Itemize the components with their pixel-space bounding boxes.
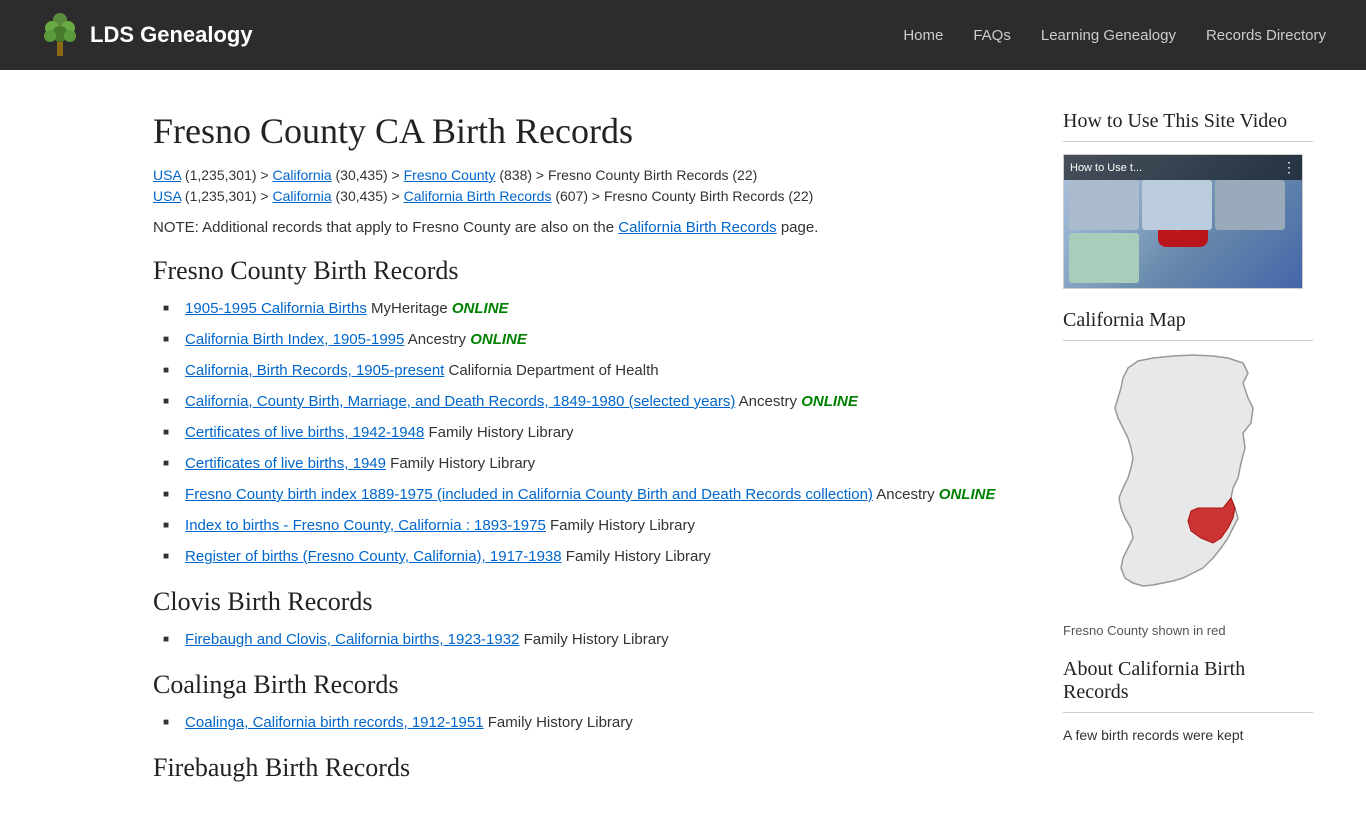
ca-map-svg [1063,353,1303,613]
sidebar-divider-2 [1063,340,1313,341]
list-item: Certificates of live births, 1942-1948 F… [163,422,1023,443]
list-item: California Birth Index, 1905-1995 Ancest… [163,329,1023,350]
section-heading-firebaugh: Firebaugh Birth Records [153,753,1023,783]
video-inner: How to Use t... ⋮ [1064,155,1302,288]
map-caption: Fresno County shown in red [1063,623,1313,638]
nav-learning[interactable]: Learning Genealogy [1041,27,1176,44]
list-item: 1905-1995 California Births MyHeritage O… [163,298,1023,319]
about-text: A few birth records were kept [1063,725,1313,746]
california-map [1063,353,1303,618]
list-item: Fresno County birth index 1889-1975 (inc… [163,484,1023,505]
breadcrumb-ca-birth-records[interactable]: California Birth Records [404,188,552,204]
record-link-certs-1949[interactable]: Certificates of live births, 1949 [185,455,386,472]
online-badge: ONLINE [452,300,509,317]
video-bg [1064,175,1302,288]
section-heading-clovis: Clovis Birth Records [153,587,1023,617]
list-item: Register of births (Fresno County, Calif… [163,546,1023,567]
coalinga-records-list: Coalinga, California birth records, 1912… [153,712,1023,733]
breadcrumb-usa-2[interactable]: USA [153,188,181,204]
record-link-ca-birth-index[interactable]: California Birth Index, 1905-1995 [185,331,404,348]
record-link-ca-county-birth-marriage[interactable]: California, County Birth, Marriage, and … [185,393,735,410]
breadcrumb-usa-1[interactable]: USA [153,167,181,183]
section-heading-coalinga: Coalinga Birth Records [153,670,1023,700]
photo-3 [1215,180,1285,230]
record-link-firebaugh-clovis[interactable]: Firebaugh and Clovis, California births,… [185,631,519,648]
map-section-title: California Map [1063,309,1313,332]
fresno-records-list: 1905-1995 California Births MyHeritage O… [153,298,1023,567]
clovis-records-list: Firebaugh and Clovis, California births,… [153,629,1023,650]
note-text: NOTE: Additional records that apply to F… [153,219,1023,236]
nav-faqs[interactable]: FAQs [973,27,1011,44]
site-header: LDS Genealogy Home FAQs Learning Genealo… [0,0,1366,70]
video-thumbnail[interactable]: How to Use t... ⋮ [1063,154,1303,289]
list-item: Certificates of live births, 1949 Family… [163,453,1023,474]
record-link-certs-1942-1948[interactable]: Certificates of live births, 1942-1948 [185,424,424,441]
list-item: Index to births - Fresno County, Califor… [163,515,1023,536]
photo-4 [1069,233,1139,283]
breadcrumb-1: USA (1,235,301) > California (30,435) > … [153,167,1023,183]
video-section-title: How to Use This Site Video [1063,110,1313,133]
breadcrumb-california-2[interactable]: California [272,188,331,204]
list-item: Coalinga, California birth records, 1912… [163,712,1023,733]
list-item: California, Birth Records, 1905-present … [163,360,1023,381]
record-link-coalinga-births[interactable]: Coalinga, California birth records, 1912… [185,714,484,731]
breadcrumb-fresno-county-1[interactable]: Fresno County [404,167,496,183]
about-section-title: About California Birth Records [1063,658,1313,704]
photo-2 [1142,180,1212,230]
video-title-text: How to Use t... [1070,162,1142,174]
main-nav: Home FAQs Learning Genealogy Records Dir… [903,27,1326,44]
record-link-fresno-birth-index[interactable]: Fresno County birth index 1889-1975 (inc… [185,486,873,503]
record-link-index-births-fresno[interactable]: Index to births - Fresno County, Califor… [185,517,546,534]
online-badge: ONLINE [470,331,527,348]
nav-home[interactable]: Home [903,27,943,44]
list-item: California, County Birth, Marriage, and … [163,391,1023,412]
section-heading-fresno: Fresno County Birth Records [153,256,1023,286]
record-link-register-births[interactable]: Register of births (Fresno County, Calif… [185,548,562,565]
logo-area[interactable]: LDS Genealogy [40,12,253,58]
main-content: Fresno County CA Birth Records USA (1,23… [153,90,1023,795]
sidebar: How to Use This Site Video How to Use t.… [1063,90,1313,795]
sidebar-divider-1 [1063,141,1313,142]
record-link-1905-1995-births[interactable]: 1905-1995 California Births [185,300,367,317]
logo-text: LDS Genealogy [90,22,253,48]
record-link-ca-birth-records-1905[interactable]: California, Birth Records, 1905-present [185,362,444,379]
online-badge: ONLINE [939,486,996,503]
content-wrapper: Fresno County CA Birth Records USA (1,23… [33,70,1333,815]
breadcrumb-california-1[interactable]: California [272,167,331,183]
nav-records[interactable]: Records Directory [1206,27,1326,44]
tree-logo-icon [40,12,80,58]
sidebar-divider-3 [1063,712,1313,713]
list-item: Firebaugh and Clovis, California births,… [163,629,1023,650]
photo-1 [1069,180,1139,230]
video-options-icon: ⋮ [1282,159,1296,176]
ca-birth-records-link[interactable]: California Birth Records [618,219,776,236]
breadcrumb-2: USA (1,235,301) > California (30,435) > … [153,188,1023,204]
page-title: Fresno County CA Birth Records [153,110,1023,152]
online-badge: ONLINE [801,393,858,410]
